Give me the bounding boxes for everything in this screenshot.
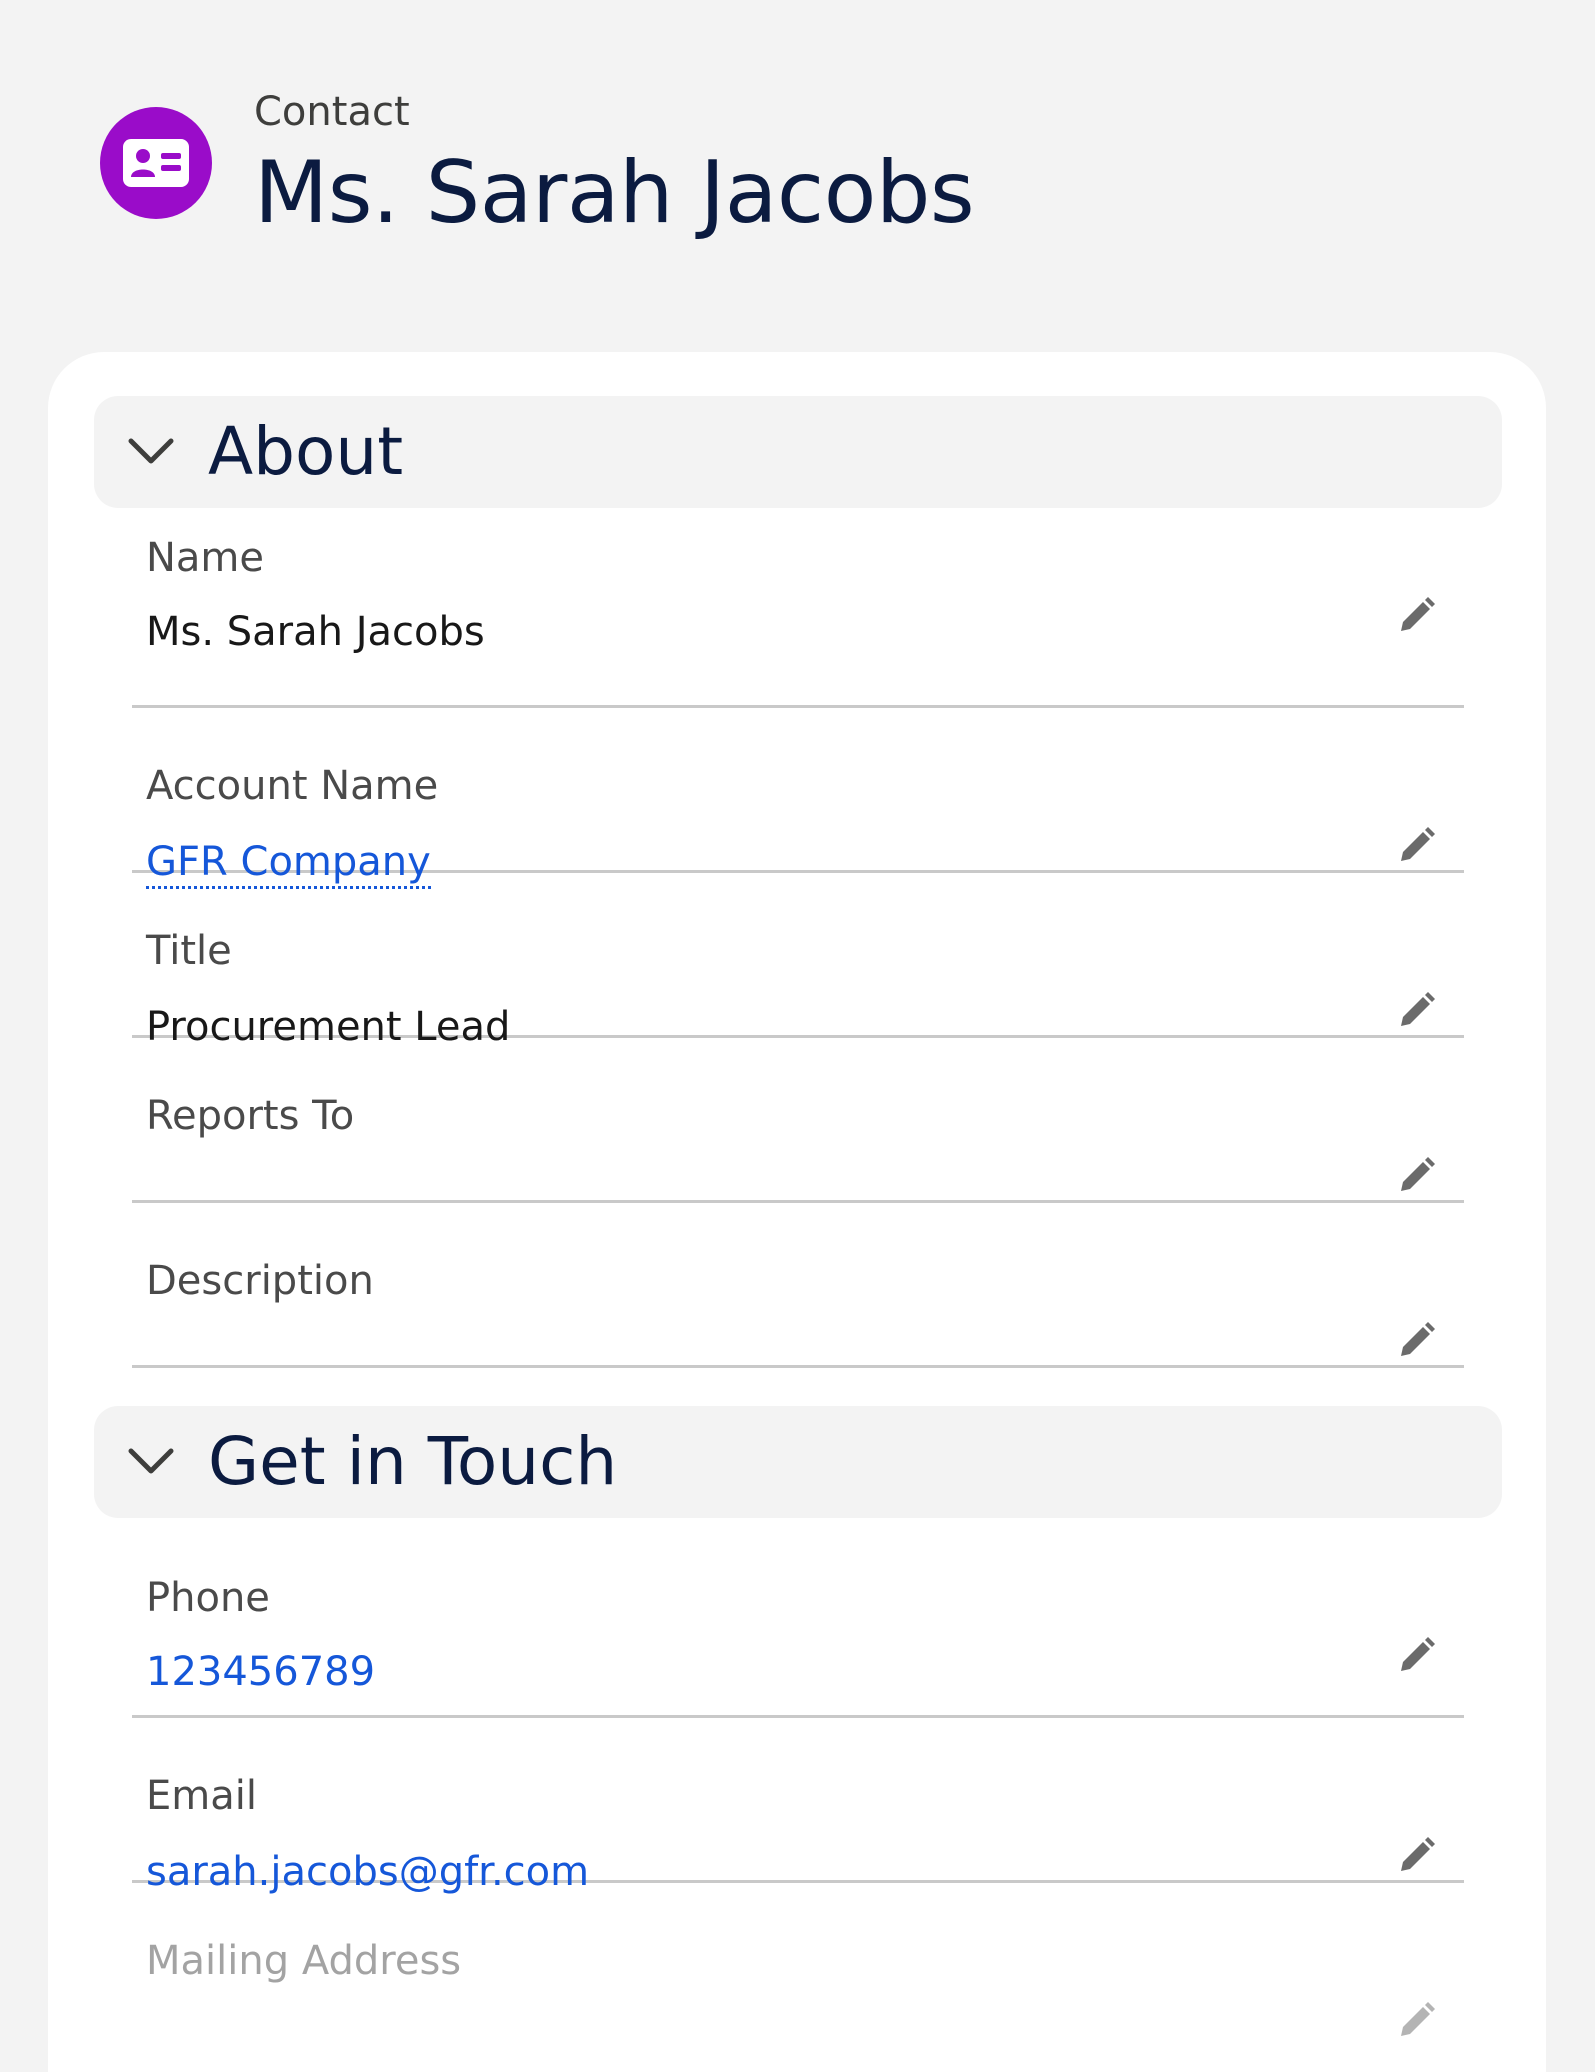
field-description: Description: [132, 1203, 1464, 1368]
field-email: Email sarah.jacobs@gfr.com: [132, 1718, 1464, 1892]
section-title: About: [208, 413, 404, 490]
edit-icon[interactable]: [1390, 1630, 1442, 1682]
field-phone: Phone 123456789: [132, 1518, 1464, 1718]
edit-icon[interactable]: [1390, 1150, 1442, 1202]
edit-icon[interactable]: [1390, 1995, 1442, 2047]
chevron-down-icon[interactable]: [124, 425, 178, 479]
field-value: Ms. Sarah Jacobs: [146, 609, 485, 655]
edit-icon[interactable]: [1390, 985, 1442, 1037]
record-detail-card: About Name Ms. Sarah Jacobs Account Name…: [48, 352, 1546, 2072]
section-title: Get in Touch: [208, 1423, 618, 1500]
field-label: Description: [146, 1258, 374, 1304]
field-label: Email: [146, 1773, 257, 1819]
edit-icon[interactable]: [1390, 1315, 1442, 1367]
field-label: Mailing Address: [146, 1938, 462, 1984]
field-mailing-address: Mailing Address: [132, 1883, 1464, 2048]
field-reports-to: Reports To: [132, 1038, 1464, 1203]
section-header-about[interactable]: About: [94, 396, 1502, 508]
contact-card-icon: [100, 107, 212, 220]
field-label: Title: [146, 928, 232, 974]
about-fields: Name Ms. Sarah Jacobs Account Name GFR C…: [48, 508, 1546, 1368]
field-name: Name Ms. Sarah Jacobs: [132, 508, 1464, 708]
contact-fields: Phone 123456789 Email sarah.jacobs@gfr.c…: [48, 1518, 1546, 2048]
field-label: Reports To: [146, 1093, 355, 1139]
page-title: Ms. Sarah Jacobs: [254, 143, 975, 243]
edit-icon[interactable]: [1390, 590, 1442, 642]
object-label: Contact: [254, 89, 410, 135]
chevron-down-icon[interactable]: [124, 1435, 178, 1489]
field-label: Name: [146, 535, 265, 581]
edit-icon[interactable]: [1390, 1830, 1442, 1882]
field-label: Account Name: [146, 763, 439, 809]
field-account-name: Account Name GFR Company: [132, 708, 1464, 889]
section-header-get-in-touch[interactable]: Get in Touch: [94, 1406, 1502, 1518]
phone-link[interactable]: 123456789: [146, 1652, 375, 1692]
edit-icon[interactable]: [1390, 820, 1442, 872]
field-title: Title Procurement Lead: [132, 873, 1464, 1047]
page-header: Contact Ms. Sarah Jacobs: [100, 86, 975, 243]
field-label: Phone: [146, 1575, 270, 1621]
